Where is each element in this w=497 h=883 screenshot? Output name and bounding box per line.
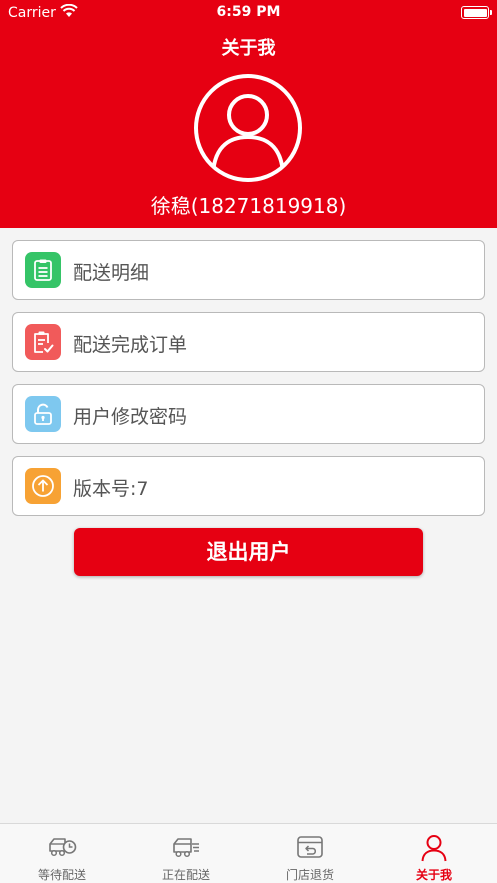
page-title: 关于我 [221, 38, 276, 59]
clipboard-check-icon [25, 324, 61, 360]
tab-in-delivery[interactable]: 正在配送 [124, 824, 248, 883]
menu-item-delivery-details[interactable]: 配送明细 [12, 240, 485, 300]
menu-item-label: 版本号:7 [73, 478, 149, 500]
tab-bar: 等待配送 正在配送 门店退货 关于我 [0, 823, 497, 883]
truck-moving-icon [173, 838, 199, 858]
tab-store-returns[interactable]: 门店退货 [248, 824, 372, 883]
truck-clock-icon [49, 838, 77, 857]
arrow-up-circle-icon [25, 468, 61, 504]
menu-item-label: 配送明细 [73, 262, 150, 284]
lock-icon [25, 396, 61, 432]
tab-waiting-delivery[interactable]: 等待配送 [0, 824, 124, 883]
menu-item-label: 用户修改密码 [73, 406, 188, 428]
header: Carrier 6:59 PM 关于我 徐稳(18271819918) [0, 0, 497, 228]
tab-label: 正在配送 [161, 868, 210, 882]
tab-label: 等待配送 [37, 868, 86, 882]
user-name: 徐稳(18271819918) [150, 194, 347, 218]
avatar[interactable] [193, 73, 303, 183]
return-box-icon [297, 836, 323, 858]
tab-label: 关于我 [415, 868, 452, 882]
user-icon [421, 835, 447, 862]
menu-item-change-password[interactable]: 用户修改密码 [12, 384, 485, 444]
menu-item-label: 配送完成订单 [73, 334, 188, 356]
tab-about-me[interactable]: 关于我 [372, 824, 496, 883]
battery-icon [461, 6, 492, 19]
logout-button[interactable]: 退出用户 [74, 528, 423, 576]
clock: 6:59 PM [216, 4, 281, 20]
tab-label: 门店退货 [285, 868, 334, 882]
clipboard-list-icon [25, 252, 61, 288]
status-bar: Carrier 6:59 PM [0, 0, 497, 26]
menu-item-version[interactable]: 版本号:7 [12, 456, 485, 516]
menu-item-completed-orders[interactable]: 配送完成订单 [12, 312, 485, 372]
